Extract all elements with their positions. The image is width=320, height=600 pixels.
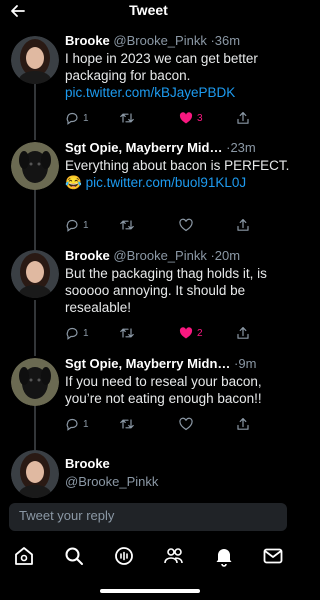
tweet-actions: 1 bbox=[65, 416, 265, 432]
tweet-text: If you need to reseal your bacon, you’re… bbox=[65, 373, 291, 407]
tweet-text-body: But the packaging thag holds it, is sooo… bbox=[65, 266, 267, 315]
bottom-nav bbox=[0, 537, 297, 575]
author-name[interactable]: Sgt Opie, Mayberry Mid… bbox=[65, 140, 222, 155]
reply-count: 1 bbox=[83, 219, 89, 231]
tweet-media-link[interactable]: pic.twitter.com/buol91KL0J bbox=[86, 175, 247, 190]
reply-composer-author: Brooke @Brooke_Pinkk bbox=[0, 450, 297, 500]
tweet-time[interactable]: 36m bbox=[215, 33, 240, 48]
author-handle: @Brooke_Pinkk bbox=[65, 474, 159, 489]
tweet-text: But the packaging thag holds it, is sooo… bbox=[65, 265, 291, 316]
messages-icon[interactable] bbox=[261, 544, 285, 568]
reply-count: 1 bbox=[83, 418, 89, 430]
tweet-actions: 1 bbox=[65, 217, 265, 233]
retweet-icon bbox=[120, 113, 134, 123]
like-count: 3 bbox=[197, 112, 203, 124]
author-name[interactable]: Sgt Opie, Mayberry Midn… bbox=[65, 356, 230, 371]
heart-filled-icon bbox=[179, 327, 193, 339]
reply-icon bbox=[66, 418, 78, 431]
share-button[interactable] bbox=[236, 217, 250, 233]
tweet-actions: 1 3 bbox=[65, 110, 265, 126]
author-handle[interactable]: @Brooke_Pinkk bbox=[113, 33, 206, 48]
share-button[interactable] bbox=[236, 325, 250, 341]
author-name[interactable]: Brooke bbox=[65, 33, 110, 48]
share-icon bbox=[237, 418, 249, 430]
tweet-time[interactable]: 23m bbox=[230, 140, 255, 155]
communities-icon[interactable] bbox=[162, 544, 186, 568]
like-button[interactable] bbox=[179, 217, 193, 233]
retweet-icon bbox=[120, 220, 134, 230]
avatar[interactable] bbox=[11, 36, 59, 84]
home-icon[interactable] bbox=[12, 544, 36, 568]
reply-icon bbox=[66, 219, 78, 232]
retweet-button[interactable] bbox=[119, 110, 135, 126]
tweet[interactable]: Sgt Opie, Mayberry Midn… ·9m If you need… bbox=[0, 356, 297, 448]
home-indicator[interactable] bbox=[100, 589, 200, 593]
share-button[interactable] bbox=[236, 416, 250, 432]
reply-button[interactable]: 1 bbox=[65, 325, 89, 341]
reply-icon bbox=[66, 327, 78, 340]
page-title: Tweet bbox=[129, 2, 168, 18]
reply-button[interactable]: 1 bbox=[65, 110, 89, 126]
tweet[interactable]: Sgt Opie, Mayberry Mid… ·23m Everything … bbox=[0, 140, 297, 245]
heart-filled-icon bbox=[179, 112, 193, 124]
spaces-icon[interactable] bbox=[112, 544, 136, 568]
like-button[interactable] bbox=[179, 416, 193, 432]
tweet-media-link[interactable]: pic.twitter.com/kBJayePBDK bbox=[65, 85, 235, 100]
reply-count: 1 bbox=[83, 112, 89, 124]
reply-button[interactable]: 1 bbox=[65, 217, 89, 233]
tweet-meta: Sgt Opie, Mayberry Midn… ·9m bbox=[65, 356, 257, 371]
tweet-meta: Sgt Opie, Mayberry Mid… ·23m bbox=[65, 140, 256, 155]
retweet-button[interactable] bbox=[119, 217, 135, 233]
author-handle[interactable]: @Brooke_Pinkk bbox=[113, 248, 206, 263]
tweet-text: Everything about bacon is PERFECT. 😂 pic… bbox=[65, 157, 291, 191]
avatar[interactable] bbox=[11, 450, 59, 498]
tweet-text: I hope in 2023 we can get better packagi… bbox=[65, 50, 291, 101]
tweet[interactable]: Brooke @Brooke_Pinkk ·36m I hope in 2023… bbox=[0, 33, 297, 138]
notifications-icon[interactable] bbox=[212, 544, 236, 568]
reply-icon bbox=[66, 112, 78, 125]
share-icon bbox=[237, 327, 249, 339]
retweet-icon bbox=[120, 419, 134, 429]
like-button[interactable]: 2 bbox=[179, 325, 203, 341]
reply-count: 1 bbox=[83, 327, 89, 339]
tweet-time[interactable]: 20m bbox=[215, 248, 240, 263]
tweet-time[interactable]: 9m bbox=[238, 356, 256, 371]
reply-button[interactable]: 1 bbox=[65, 416, 89, 432]
tweet-text-body: I hope in 2023 we can get better packagi… bbox=[65, 51, 258, 83]
retweet-button[interactable] bbox=[119, 416, 135, 432]
tweet-meta: Brooke @Brooke_Pinkk ·20m bbox=[65, 248, 241, 263]
avatar[interactable] bbox=[11, 142, 59, 190]
search-icon[interactable] bbox=[62, 544, 86, 568]
share-icon bbox=[237, 112, 249, 124]
avatar[interactable] bbox=[11, 250, 59, 298]
tweet-meta: Brooke @Brooke_Pinkk ·36m bbox=[65, 33, 241, 48]
author-name: Brooke bbox=[65, 456, 110, 471]
share-icon bbox=[237, 219, 249, 231]
author-name[interactable]: Brooke bbox=[65, 248, 110, 263]
reply-bar[interactable] bbox=[9, 503, 287, 531]
heart-outline-icon bbox=[179, 417, 193, 431]
like-count: 2 bbox=[197, 327, 203, 339]
retweet-icon bbox=[120, 328, 134, 338]
top-bar: Tweet bbox=[0, 0, 297, 22]
tweet-text-body: If you need to reseal your bacon, you’re… bbox=[65, 374, 262, 406]
tweet[interactable]: Brooke @Brooke_Pinkk ·20m But the packag… bbox=[0, 248, 297, 353]
reply-input[interactable] bbox=[19, 508, 269, 523]
retweet-button[interactable] bbox=[119, 325, 135, 341]
share-button[interactable] bbox=[236, 110, 250, 126]
tweet-actions: 1 2 bbox=[65, 325, 265, 341]
heart-outline-icon bbox=[179, 218, 193, 232]
like-button[interactable]: 3 bbox=[179, 110, 203, 126]
avatar[interactable] bbox=[11, 358, 59, 406]
